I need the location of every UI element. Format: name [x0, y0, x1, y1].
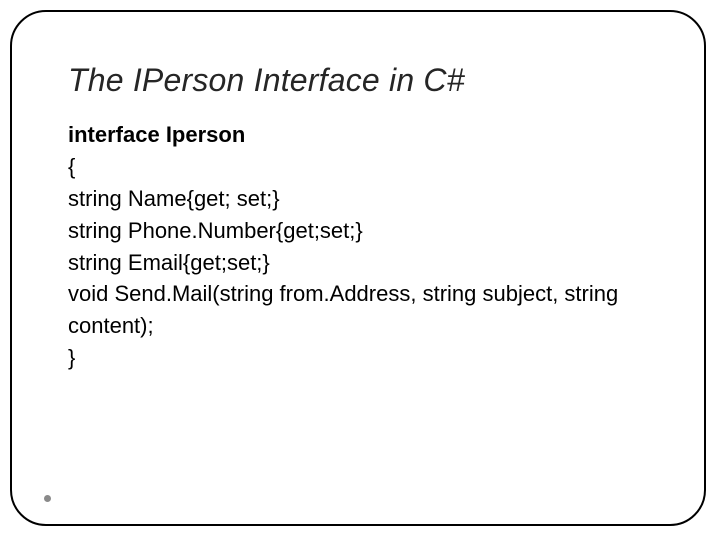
code-line-sendmail: void Send.Mail(string from.Address, stri…	[68, 278, 656, 342]
code-block: interface Iperson { string Name{get; set…	[68, 119, 656, 374]
code-line-phone: string Phone.Number{get;set;}	[68, 215, 656, 247]
code-line-name: string Name{get; set;}	[68, 183, 656, 215]
code-line-email: string Email{get;set;}	[68, 247, 656, 279]
code-open-brace: {	[68, 151, 656, 183]
slide-title: The IPerson Interface in C#	[68, 62, 656, 99]
code-close-brace: }	[68, 342, 656, 374]
code-declaration: interface Iperson	[68, 119, 656, 151]
slide-frame: The IPerson Interface in C# interface Ip…	[10, 10, 706, 526]
footer-bullet-icon	[44, 495, 51, 502]
